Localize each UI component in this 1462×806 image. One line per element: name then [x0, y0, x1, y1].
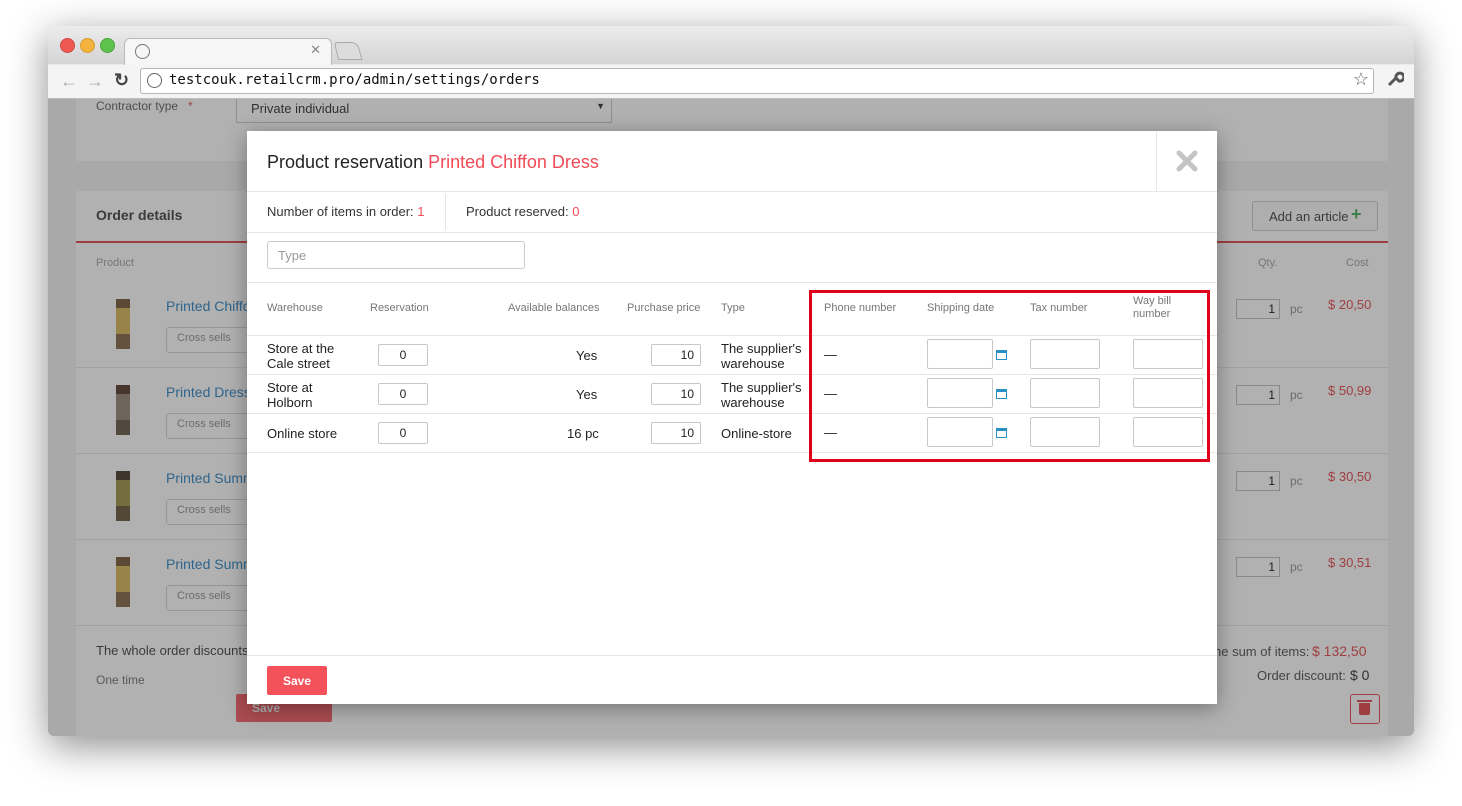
tab-close-icon[interactable]: ✕	[310, 42, 321, 58]
warehouse-name-line2: Cale street	[267, 356, 330, 371]
reservation-input[interactable]: 0	[378, 344, 428, 366]
warehouse-type: Online-store	[721, 426, 792, 441]
modal-footer-divider	[247, 655, 1217, 656]
address-bar[interactable]: testcouk.retailcrm.pro/admin/settings/or…	[140, 68, 1374, 94]
modal-close-button[interactable]	[1156, 131, 1217, 191]
reservation-modal: Product reservation Printed Chiffon Dres…	[247, 131, 1217, 704]
purchase-price-input[interactable]: 10	[651, 422, 701, 444]
wrench-icon[interactable]	[1386, 70, 1404, 88]
stat-separator	[445, 194, 446, 230]
url-text: testcouk.retailcrm.pro/admin/settings/or…	[169, 72, 540, 88]
col-available: Available balances	[508, 302, 600, 314]
modal-header: Product reservation Printed Chiffon Dres…	[247, 131, 1217, 192]
col-purchase-price: Purchase price	[627, 302, 701, 314]
product-reserved-value: 0	[572, 204, 580, 219]
modal-product-name[interactable]: Printed Chiffon Dress	[428, 152, 599, 172]
forward-icon[interactable]: →	[86, 71, 104, 92]
browser-window: ✕ ← → ↻ testcouk.retailcrm.pro/admin/set…	[48, 26, 1414, 736]
new-tab-button[interactable]	[333, 42, 363, 60]
reservation-input[interactable]: 0	[378, 383, 428, 405]
warehouse-type: The supplier's	[721, 380, 802, 395]
col-warehouse: Warehouse	[267, 302, 323, 314]
window-zoom-button[interactable]	[100, 38, 115, 53]
window-minimize-button[interactable]	[80, 38, 95, 53]
page-content: Contractor type * Private individual ▼ O…	[48, 99, 1414, 736]
items-in-order-value: 1	[417, 204, 425, 219]
search-bar	[247, 232, 1217, 283]
warehouse-type: The supplier's	[721, 341, 802, 356]
highlight-annotation	[809, 290, 1210, 462]
title-bar: ✕	[48, 26, 1414, 66]
items-in-order: Number of items in order: 1	[267, 204, 425, 219]
col-type: Type	[721, 302, 745, 314]
reservation-input[interactable]: 0	[378, 422, 428, 444]
available-balance: 16 pc	[567, 426, 599, 441]
warehouse-name-line2: Holborn	[267, 395, 313, 410]
available-balance: Yes	[576, 348, 598, 363]
warehouse-type-line2: warehouse	[721, 395, 785, 410]
back-icon[interactable]: ←	[60, 71, 78, 92]
window-close-button[interactable]	[60, 38, 75, 53]
available-balance: Yes	[576, 387, 598, 402]
type-search-input[interactable]	[267, 241, 525, 269]
browser-tab[interactable]: ✕	[124, 38, 332, 66]
modal-title: Product reservation Printed Chiffon Dres…	[267, 152, 599, 173]
warehouse-type-line2: warehouse	[721, 356, 785, 371]
close-icon	[1176, 150, 1198, 172]
warehouse-name: Store at	[267, 380, 313, 395]
globe-icon	[135, 44, 150, 59]
reload-icon[interactable]: ↻	[114, 70, 129, 91]
save-button[interactable]: Save	[267, 666, 327, 695]
modal-title-text: Product reservation	[267, 152, 424, 172]
site-info-icon[interactable]	[147, 73, 162, 88]
warehouse-name: Store at the	[267, 341, 335, 356]
items-in-order-label: Number of items in order:	[267, 204, 414, 219]
product-reserved: Product reserved: 0	[466, 204, 579, 219]
col-reservation: Reservation	[370, 302, 429, 314]
purchase-price-input[interactable]: 10	[651, 383, 701, 405]
reservation-stats: Number of items in order: 1 Product rese…	[247, 192, 1217, 233]
purchase-price-input[interactable]: 10	[651, 344, 701, 366]
product-reserved-label: Product reserved:	[466, 204, 569, 219]
browser-toolbar: ← → ↻ testcouk.retailcrm.pro/admin/setti…	[48, 65, 1414, 99]
star-icon[interactable]: ☆	[1353, 69, 1369, 90]
warehouse-name: Online store	[267, 426, 338, 441]
